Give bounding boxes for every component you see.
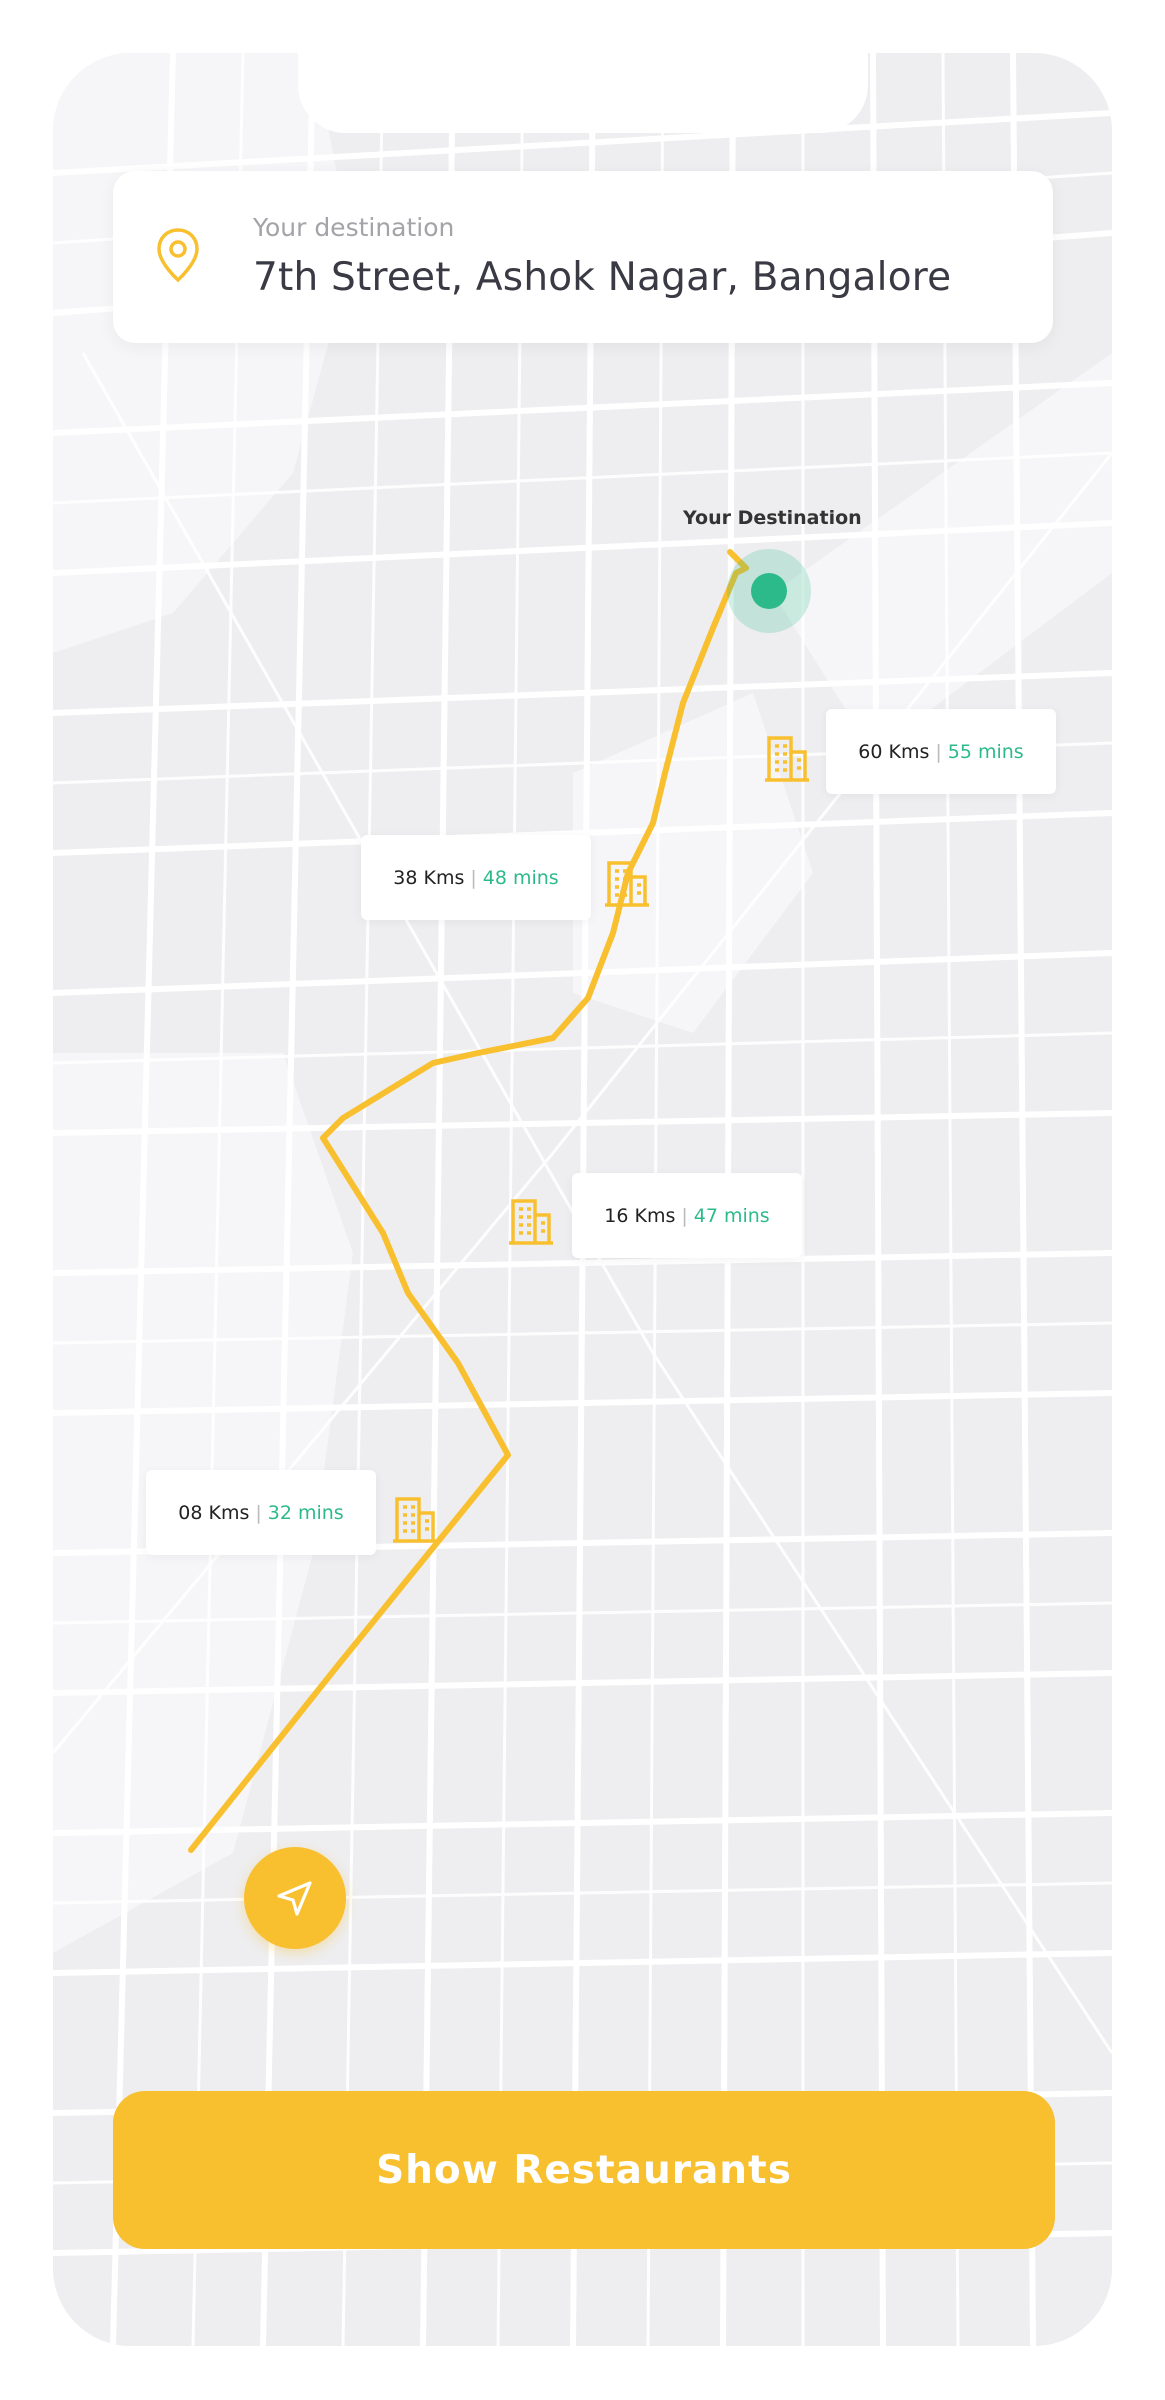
stop-distance: 16 Kms — [604, 1204, 676, 1227]
current-location-marker[interactable] — [244, 1847, 346, 1949]
building-icon[interactable] — [761, 732, 813, 784]
navigation-arrow-icon — [277, 1881, 312, 1916]
phone-frame: Your destination 7th Street, Ashok Nagar… — [53, 53, 1112, 2346]
stop-separator: | — [255, 1501, 262, 1524]
stop-time: 55 mins — [947, 740, 1024, 763]
building-icon[interactable] — [389, 1493, 441, 1545]
destination-caption: Your destination — [253, 213, 455, 242]
stop-time: 47 mins — [693, 1204, 770, 1227]
destination-address[interactable]: 7th Street, Ashok Nagar, Bangalore — [253, 255, 951, 300]
destination-marker[interactable] — [727, 549, 811, 633]
stop-separator: | — [470, 866, 477, 889]
show-restaurants-button[interactable]: Show Restaurants — [113, 2091, 1055, 2249]
location-pin-icon — [157, 228, 199, 283]
building-icon[interactable] — [601, 857, 653, 909]
stop-distance: 60 Kms — [858, 740, 930, 763]
stop-separator: | — [681, 1204, 688, 1227]
stop-time: 32 mins — [267, 1501, 344, 1524]
stop-card-2[interactable]: 38 Kms | 48 mins — [361, 835, 591, 920]
destination-card[interactable]: Your destination 7th Street, Ashok Nagar… — [113, 171, 1053, 343]
stop-card-3[interactable]: 16 Kms | 47 mins — [572, 1173, 802, 1258]
destination-marker-label: Your Destination — [683, 507, 862, 529]
stop-separator: | — [935, 740, 942, 763]
device-notch — [298, 53, 868, 133]
stop-time: 48 mins — [482, 866, 559, 889]
stop-card-4[interactable]: 08 Kms | 32 mins — [146, 1470, 376, 1555]
stop-card-1[interactable]: 60 Kms | 55 mins — [826, 709, 1056, 794]
stop-distance: 08 Kms — [178, 1501, 250, 1524]
building-icon[interactable] — [505, 1195, 557, 1247]
stop-distance: 38 Kms — [393, 866, 465, 889]
